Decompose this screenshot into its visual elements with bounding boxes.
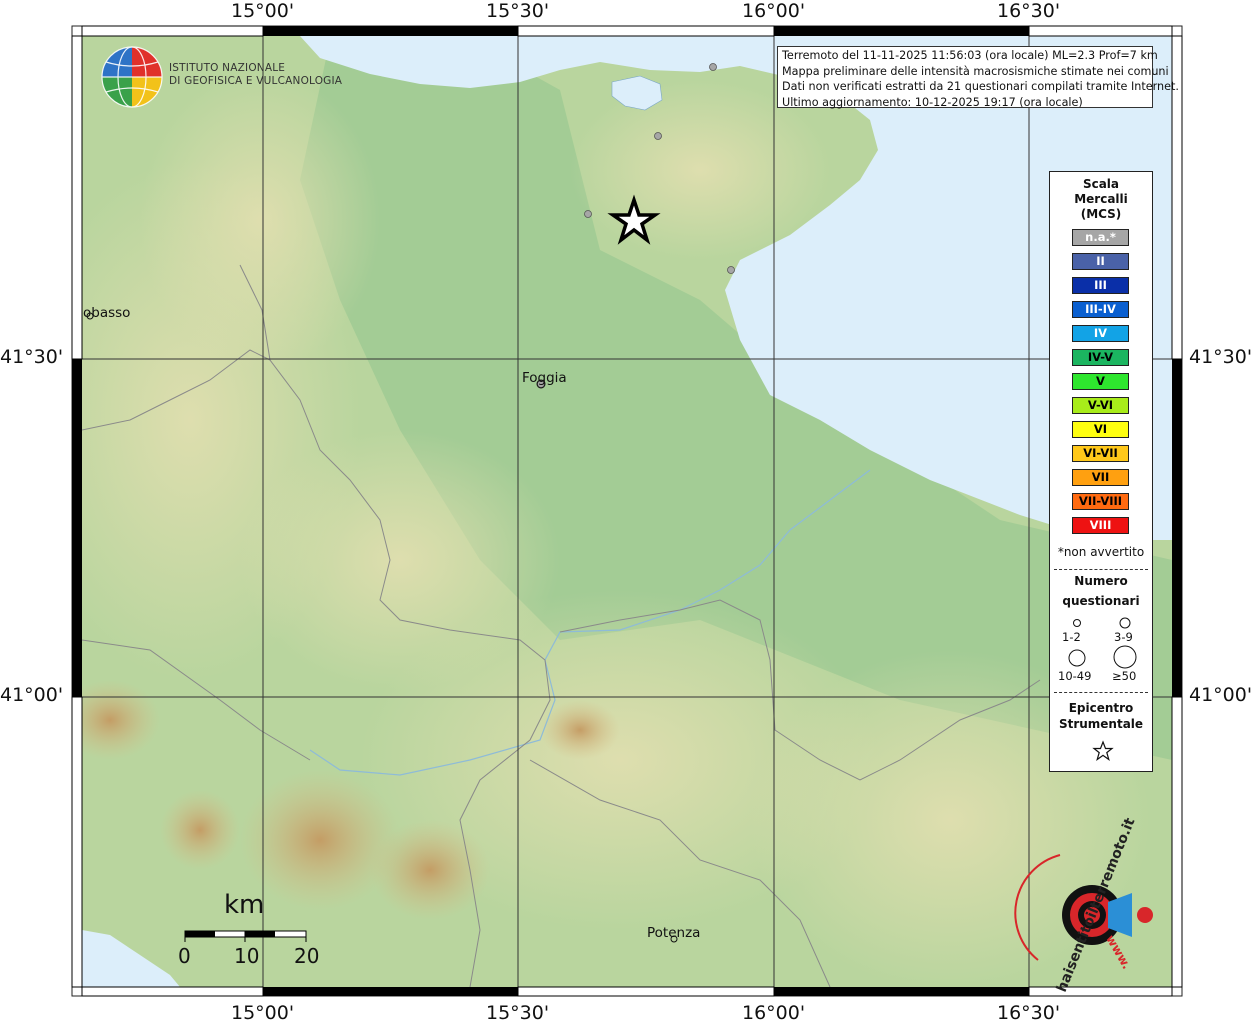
legend-swatch: V bbox=[1072, 373, 1129, 390]
legend-title-mcs: (MCS) bbox=[1080, 207, 1122, 221]
event-info-line: Ultimo aggiornamento: 10-12-2025 19:17 (… bbox=[782, 95, 1083, 109]
legend-swatch: VII-VIII bbox=[1072, 493, 1129, 510]
institute-name: ISTITUTO NAZIONALE DI GEOFISICA E VULCAN… bbox=[169, 62, 342, 87]
count-label: 10-49 bbox=[1058, 669, 1092, 683]
legend-divider bbox=[1054, 569, 1148, 570]
city-label-campobasso: obasso bbox=[83, 305, 131, 321]
legend-count-title2: questionari bbox=[1062, 594, 1140, 608]
scale-unit: km bbox=[224, 890, 265, 920]
legend-star-icon bbox=[1092, 740, 1114, 761]
observation-point bbox=[709, 63, 717, 71]
legend-swatch: IV bbox=[1072, 325, 1129, 342]
top-tick-label: 16°00' bbox=[742, 0, 806, 22]
legend-swatch: VI-VII bbox=[1072, 445, 1129, 462]
bottom-tick-label: 16°30' bbox=[997, 1002, 1061, 1024]
legend-swatch: n.a.* bbox=[1072, 229, 1129, 246]
legend-swatch: III-IV bbox=[1072, 301, 1129, 318]
event-info-line: Dati non verificati estratti da 21 quest… bbox=[782, 80, 1179, 93]
scale-tick-label: 20 bbox=[294, 944, 320, 968]
right-tick-label: 41°30' bbox=[1189, 346, 1253, 368]
legend-swatch: VIII bbox=[1072, 517, 1129, 534]
legend-swatch: II bbox=[1072, 253, 1129, 270]
legend-count-title1: Numero bbox=[1074, 574, 1128, 588]
mcs-legend: Scala Mercalli (MCS) n.a.* II III III-IV IV I… bbox=[1049, 171, 1153, 772]
bottom-tick-label: 15°30' bbox=[486, 1002, 550, 1024]
legend-swatch: VII bbox=[1072, 469, 1129, 486]
bottom-tick-label: 16°00' bbox=[742, 1002, 806, 1024]
count-symbol-small bbox=[1073, 619, 1081, 627]
legend-swatch: IV-V bbox=[1072, 349, 1129, 366]
institute-line2: DI GEOFISICA E VULCANOLOGIA bbox=[169, 74, 343, 87]
city-label-potenza: Potenza bbox=[647, 925, 701, 941]
count-label: ≥50 bbox=[1112, 669, 1137, 683]
legend-swatch: V-VI bbox=[1072, 397, 1129, 414]
observation-point bbox=[654, 132, 662, 140]
legend-title-mercalli: Mercalli bbox=[1074, 192, 1128, 206]
legend-swatch: VI bbox=[1072, 421, 1129, 438]
left-tick-label: 41°30' bbox=[0, 346, 64, 368]
legend-epicenter-title2: Strumentale bbox=[1058, 717, 1144, 731]
count-label: 3-9 bbox=[1114, 630, 1133, 644]
count-symbol-medium bbox=[1119, 617, 1131, 629]
institute-line1: ISTITUTO NAZIONALE bbox=[169, 62, 286, 74]
scale-tick-label: 0 bbox=[178, 944, 191, 968]
event-info-line: Terremoto del 11-11-2025 11:56:03 (ora l… bbox=[782, 49, 1158, 62]
city-label-foggia: Foggia bbox=[522, 370, 567, 386]
event-info-box: Terremoto del 11-11-2025 11:56:03 (ora l… bbox=[777, 46, 1179, 109]
count-label: 1-2 bbox=[1062, 630, 1081, 644]
legend-swatch: III bbox=[1072, 277, 1129, 294]
observation-point bbox=[584, 210, 592, 218]
ingv-logo bbox=[101, 46, 163, 108]
left-tick-label: 41°00' bbox=[0, 684, 64, 706]
top-tick-label: 15°00' bbox=[231, 0, 295, 22]
legend-not-felt-note: *non avvertito bbox=[1057, 545, 1145, 559]
top-tick-label: 16°30' bbox=[997, 0, 1061, 22]
bottom-tick-label: 15°00' bbox=[231, 1002, 295, 1024]
count-symbol-large bbox=[1068, 649, 1086, 667]
count-symbol-xlarge bbox=[1113, 645, 1137, 669]
event-info-line: Mappa preliminare delle intensità macros… bbox=[782, 64, 1169, 78]
legend-title-scala: Scala bbox=[1082, 177, 1120, 191]
legend-divider bbox=[1054, 692, 1148, 693]
scale-tick-label: 10 bbox=[234, 944, 260, 968]
observation-point bbox=[727, 266, 735, 274]
legend-epicenter-title1: Epicentro bbox=[1068, 701, 1134, 715]
top-tick-label: 15°30' bbox=[486, 0, 550, 22]
right-tick-label: 41°00' bbox=[1189, 684, 1253, 706]
